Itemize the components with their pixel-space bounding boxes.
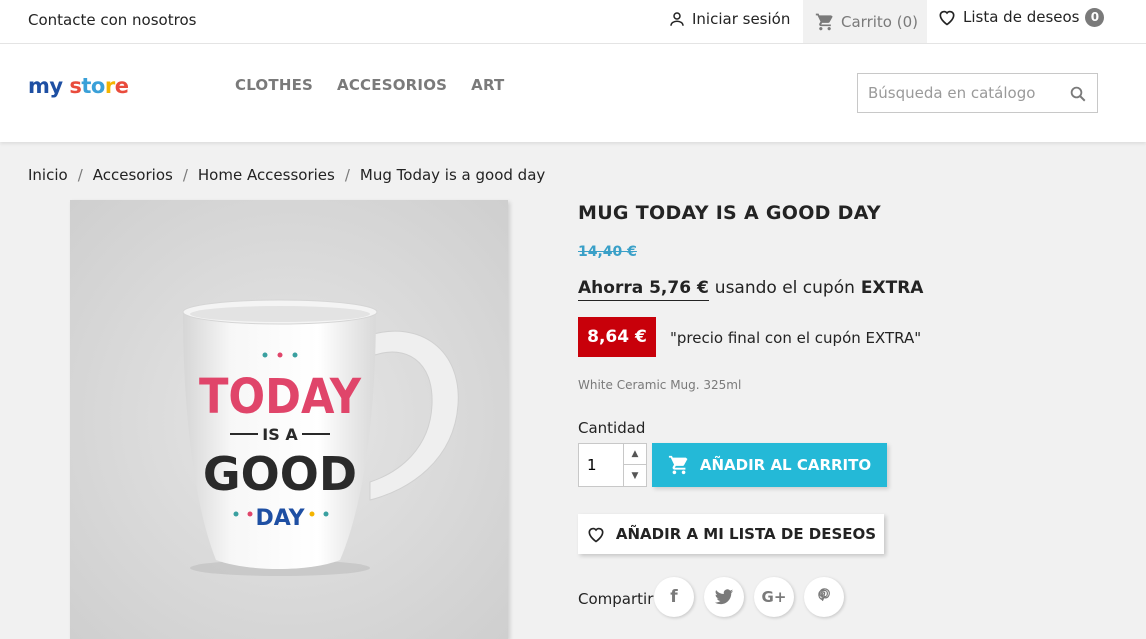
- final-price-badge: 8,64 €: [578, 317, 656, 357]
- quantity-label: Cantidad: [578, 419, 646, 437]
- cart-button[interactable]: Carrito (0): [803, 0, 927, 43]
- logo-part: s: [69, 74, 82, 98]
- logo-part: e: [114, 74, 129, 98]
- old-price: 14,40 €: [578, 244, 637, 260]
- breadcrumb-separator: /: [344, 166, 350, 184]
- search-input[interactable]: [858, 74, 1063, 112]
- add-to-cart-button[interactable]: AÑADIR AL CARRITO: [652, 443, 887, 487]
- pinterest-icon[interactable]: [804, 577, 844, 617]
- savings-amount: Ahorra 5,76 €: [578, 278, 709, 301]
- chevron-down-icon[interactable]: ▼: [624, 465, 646, 486]
- mug-text: TODAY: [199, 369, 362, 425]
- breadcrumb-item[interactable]: Home Accessories: [198, 166, 335, 184]
- breadcrumb-item[interactable]: Inicio: [28, 166, 68, 184]
- main-nav: CLOTHES ACCESORIOS ART: [235, 76, 504, 94]
- login-label: Iniciar sesión: [692, 10, 791, 28]
- nav-item-accesorios[interactable]: ACCESORIOS: [337, 76, 447, 94]
- nav-item-clothes[interactable]: CLOTHES: [235, 76, 313, 94]
- quantity-spinner: ▲ ▼: [623, 444, 646, 486]
- add-to-cart-label: AÑADIR AL CARRITO: [699, 456, 872, 474]
- contact-link[interactable]: Contacte con nosotros: [28, 11, 196, 29]
- product-description: White Ceramic Mug. 325ml: [578, 378, 742, 392]
- logo-part: to: [81, 74, 105, 98]
- logo-part: r: [104, 74, 115, 98]
- add-to-wishlist-button[interactable]: AÑADIR A MI LISTA DE DESEOS: [578, 514, 884, 554]
- top-bar: Contacte con nosotros Iniciar sesión Car…: [0, 0, 1146, 44]
- heart-icon: [588, 527, 604, 543]
- wishlist-count-badge: 0: [1085, 7, 1105, 27]
- heart-icon: [939, 10, 955, 26]
- coupon-code: EXTRA: [860, 278, 924, 298]
- chevron-up-icon[interactable]: ▲: [624, 444, 646, 465]
- nav-item-art[interactable]: ART: [471, 76, 504, 94]
- mug-text: GOOD: [203, 447, 357, 501]
- main-header: my store CLOTHES ACCESORIOS ART: [0, 44, 1146, 142]
- breadcrumb-separator: /: [77, 166, 83, 184]
- cart-icon: [815, 13, 833, 30]
- user-icon: [670, 12, 684, 26]
- search-box: [857, 73, 1098, 113]
- facebook-icon[interactable]: f: [654, 577, 694, 617]
- breadcrumb-item[interactable]: Accesorios: [93, 166, 173, 184]
- share-label: Compartir: [578, 590, 654, 608]
- mug-text: DAY: [255, 506, 305, 531]
- quantity-stepper: ▲ ▼: [578, 443, 647, 487]
- coupon-savings: Ahorra 5,76 € usando el cupón EXTRA: [578, 278, 923, 301]
- search-icon[interactable]: [1069, 85, 1087, 103]
- twitter-bird-icon: [714, 589, 734, 605]
- cart-label: Carrito (0): [841, 12, 918, 31]
- pinterest-logo-icon: [818, 588, 830, 602]
- wishlist-label: Lista de deseos: [963, 8, 1080, 26]
- mug-illustration: TODAY IS A GOOD DAY: [70, 200, 508, 639]
- coupon-text: usando el cupón: [714, 278, 855, 298]
- logo-part: my: [28, 74, 63, 98]
- add-to-wishlist-label: AÑADIR A MI LISTA DE DESEOS: [615, 525, 877, 543]
- google-plus-icon[interactable]: G+: [754, 577, 794, 617]
- mug-text: IS A: [262, 425, 298, 444]
- wishlist-link[interactable]: Lista de deseos 0: [937, 7, 1105, 27]
- cart-icon: [668, 455, 688, 475]
- breadcrumb-separator: /: [182, 166, 188, 184]
- product-title: MUG TODAY IS A GOOD DAY: [578, 202, 881, 224]
- breadcrumb: Inicio / Accesorios / Home Accessories /…: [28, 166, 545, 184]
- final-price-note: "precio final con el cupón EXTRA": [670, 329, 922, 347]
- breadcrumb-current[interactable]: Mug Today is a good day: [360, 166, 545, 184]
- store-logo[interactable]: my store: [28, 74, 129, 98]
- quantity-input[interactable]: [579, 444, 623, 486]
- twitter-icon[interactable]: [704, 577, 744, 617]
- login-link[interactable]: Iniciar sesión: [668, 10, 790, 28]
- product-image[interactable]: TODAY IS A GOOD DAY: [70, 200, 508, 639]
